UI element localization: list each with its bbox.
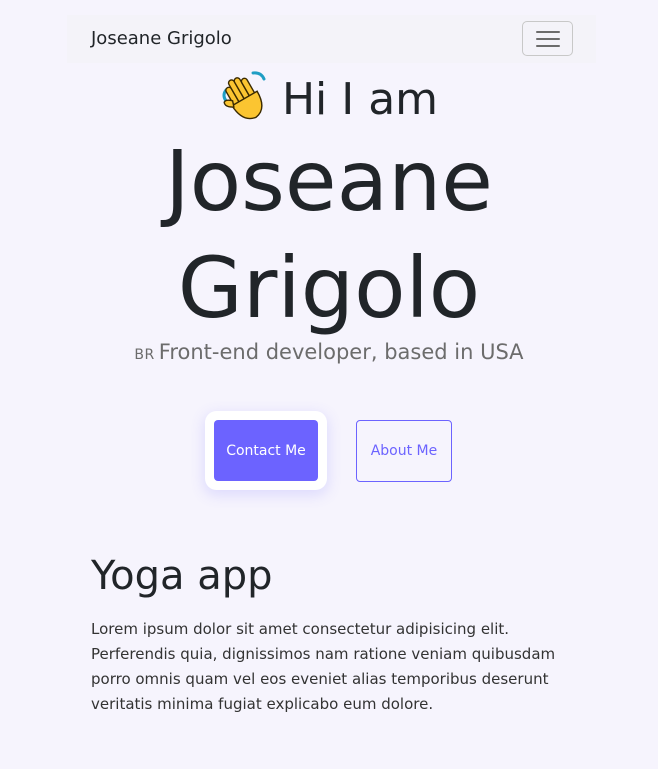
contact-me-button[interactable]: Contact Me (214, 420, 318, 481)
hero-name-last: Grigolo (177, 239, 481, 337)
about-me-button[interactable]: About Me (356, 420, 452, 482)
project-description: Lorem ipsum dolor sit amet consectetur a… (91, 620, 556, 713)
hero-greeting: Hi I am (0, 68, 658, 130)
navbar-toggler-button[interactable] (522, 21, 573, 56)
country-code: BR (134, 347, 155, 363)
greeting-text: Hi I am (281, 74, 439, 125)
waving-hand-icon (222, 71, 266, 120)
navbar-brand[interactable]: Joseane Grigolo (91, 27, 232, 51)
navbar: Joseane Grigolo (67, 15, 596, 63)
project-title: Yoga app (91, 553, 273, 599)
hamburger-menu-icon-bar (535, 44, 560, 47)
hamburger-menu-icon (535, 30, 560, 33)
tagline-text: Front-end developer, based in USA (158, 340, 524, 364)
hero-name-first: Joseane (164, 132, 493, 230)
hero-tagline: BR Front-end developer, based in USA (0, 338, 658, 369)
hamburger-menu-icon-bar (535, 37, 560, 40)
